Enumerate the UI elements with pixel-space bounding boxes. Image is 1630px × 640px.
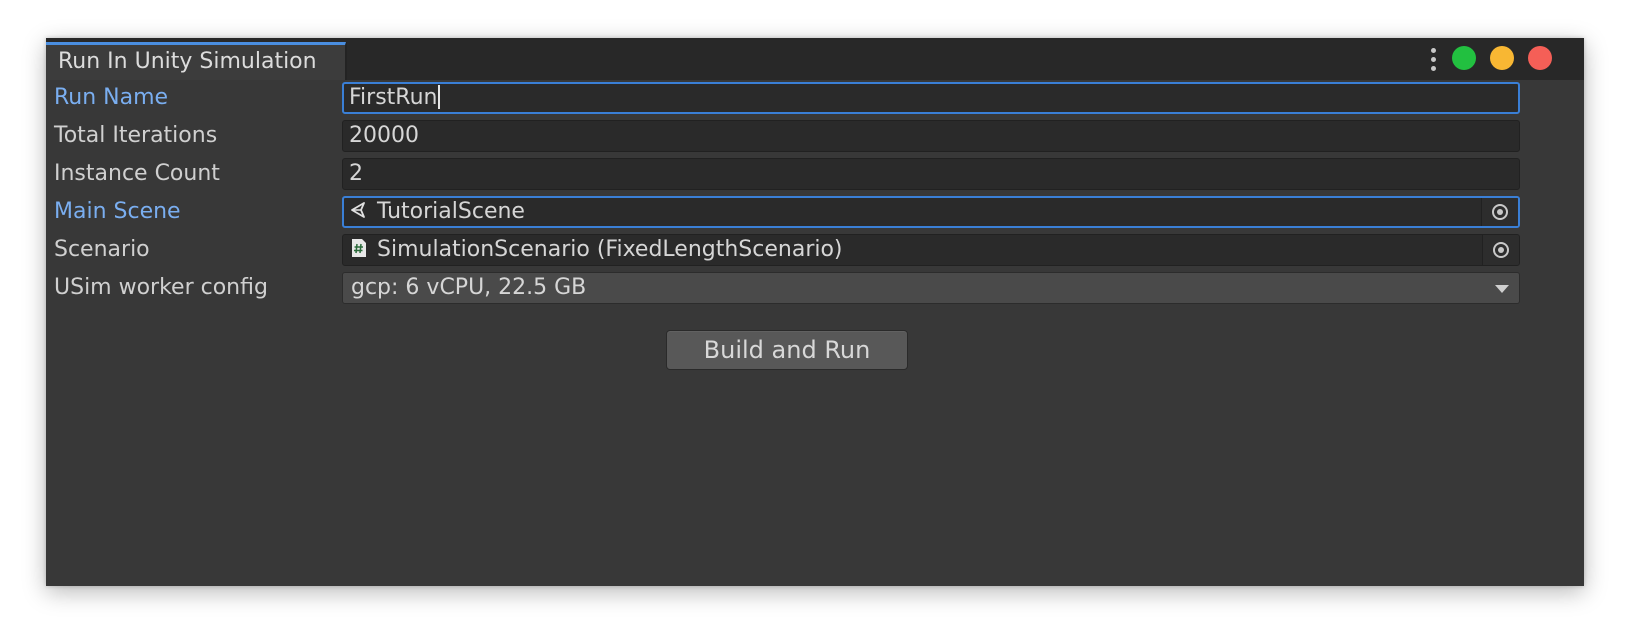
total-iterations-row: Total Iterations 20000 bbox=[46, 118, 1584, 154]
instance-count-value: 2 bbox=[349, 161, 363, 186]
close-button[interactable] bbox=[1528, 46, 1552, 70]
worker-config-label: USim worker config bbox=[54, 275, 268, 300]
worker-config-row: USim worker config gcp: 6 vCPU, 22.5 GB bbox=[46, 270, 1584, 306]
unity-scene-icon bbox=[351, 202, 365, 218]
instance-count-input[interactable]: 2 bbox=[342, 158, 1520, 190]
main-scene-picker-button[interactable] bbox=[1481, 198, 1518, 226]
maximize-button[interactable] bbox=[1452, 46, 1476, 70]
tab-divider bbox=[346, 42, 347, 80]
main-scene-object-field[interactable]: TutorialScene bbox=[342, 196, 1520, 228]
instance-count-row: Instance Count 2 bbox=[46, 156, 1584, 192]
tab-run-in-unity-simulation[interactable]: Run In Unity Simulation bbox=[46, 42, 346, 80]
scenario-label: Scenario bbox=[54, 237, 150, 262]
total-iterations-value: 20000 bbox=[349, 123, 419, 148]
total-iterations-label: Total Iterations bbox=[54, 123, 218, 148]
total-iterations-input[interactable]: 20000 bbox=[342, 120, 1520, 152]
worker-config-dropdown[interactable]: gcp: 6 vCPU, 22.5 GB bbox=[342, 272, 1520, 304]
object-picker-icon bbox=[1492, 204, 1508, 220]
build-and-run-button[interactable]: Build and Run bbox=[666, 330, 908, 370]
window-titlebar: Run In Unity Simulation bbox=[46, 38, 1584, 80]
kebab-menu-icon[interactable] bbox=[1424, 46, 1442, 72]
run-in-unity-simulation-window: Run In Unity Simulation Run Name FirstRu… bbox=[46, 38, 1584, 586]
scenario-object-field[interactable]: SimulationScenario (FixedLengthScenario) bbox=[342, 234, 1520, 266]
run-name-label: Run Name bbox=[54, 85, 169, 110]
scenario-picker-button[interactable] bbox=[1482, 235, 1519, 265]
worker-config-value: gcp: 6 vCPU, 22.5 GB bbox=[351, 275, 587, 300]
minimize-button[interactable] bbox=[1490, 46, 1514, 70]
main-scene-label: Main Scene bbox=[54, 199, 181, 224]
text-caret bbox=[438, 84, 441, 109]
run-name-value: FirstRun bbox=[349, 85, 438, 110]
run-name-input[interactable]: FirstRun bbox=[342, 82, 1520, 114]
object-picker-icon bbox=[1493, 242, 1509, 258]
scenario-value: SimulationScenario (FixedLengthScenario) bbox=[377, 237, 843, 262]
run-name-row: Run Name FirstRun bbox=[46, 80, 1584, 116]
csharp-script-icon bbox=[352, 239, 366, 257]
main-scene-value: TutorialScene bbox=[377, 199, 525, 224]
scenario-row: Scenario SimulationScenario (FixedLength… bbox=[46, 232, 1584, 268]
chevron-down-icon bbox=[1495, 285, 1509, 293]
instance-count-label: Instance Count bbox=[54, 161, 220, 186]
main-scene-row: Main Scene TutorialScene bbox=[46, 194, 1584, 230]
